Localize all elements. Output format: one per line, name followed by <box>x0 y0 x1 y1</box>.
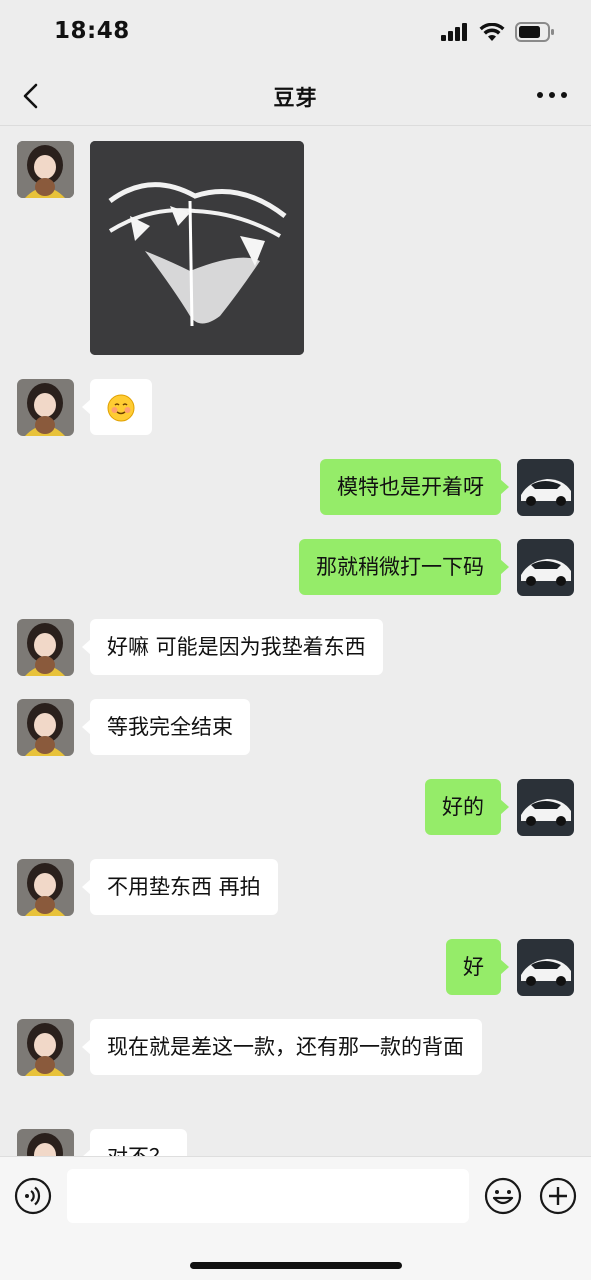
self-avatar[interactable] <box>517 539 574 596</box>
message-bubble[interactable]: 好的 <box>425 779 509 835</box>
battery-icon <box>515 22 554 42</box>
status-bar: 18:48 <box>0 0 591 66</box>
plus-icon[interactable] <box>539 1177 577 1215</box>
chat-messages[interactable]: 模特也是开着呀 那就稍微打一下码 好嘛 可能是因为我垫着东西 等我完全结束 好的… <box>0 126 591 1156</box>
wifi-icon <box>479 22 505 41</box>
contact-avatar[interactable] <box>17 379 74 436</box>
message-bubble[interactable]: 现在就是差这一款，还有那一款的背面 <box>82 1019 482 1075</box>
more-dots-icon[interactable] <box>535 84 569 106</box>
chat-title: 豆芽 <box>273 86 318 110</box>
contact-avatar[interactable] <box>17 1019 74 1076</box>
message-bubble[interactable] <box>82 379 152 435</box>
contact-avatar[interactable] <box>17 859 74 916</box>
contact-avatar[interactable] <box>17 699 74 756</box>
home-indicator <box>190 1262 402 1269</box>
message-input[interactable] <box>67 1169 469 1223</box>
message-bubble[interactable]: 好嘛 可能是因为我垫着东西 <box>82 619 383 675</box>
message-bubble[interactable]: 等我完全结束 <box>82 699 250 755</box>
message-bubble[interactable]: 对不？ <box>82 1129 187 1156</box>
message-bubble[interactable]: 不用垫东西 再拍 <box>82 859 278 915</box>
message-bubble[interactable]: 好 <box>446 939 509 995</box>
nav-bar: 豆芽 <box>0 66 591 126</box>
emoji-icon[interactable] <box>484 1177 522 1215</box>
self-avatar[interactable] <box>517 939 574 996</box>
shared-photo[interactable] <box>90 141 304 355</box>
status-time: 18:48 <box>54 18 130 44</box>
contact-avatar[interactable] <box>17 1129 74 1156</box>
voice-icon[interactable] <box>14 1177 52 1215</box>
message-bubble[interactable]: 那就稍微打一下码 <box>299 539 509 595</box>
blushing-smile-emoji-icon <box>107 394 135 422</box>
contact-avatar[interactable] <box>17 619 74 676</box>
status-icons <box>441 22 555 42</box>
contact-avatar[interactable] <box>17 141 74 198</box>
self-avatar[interactable] <box>517 779 574 836</box>
message-bubble[interactable]: 模特也是开着呀 <box>320 459 509 515</box>
cellular-signal-icon <box>441 23 467 41</box>
self-avatar[interactable] <box>517 459 574 516</box>
